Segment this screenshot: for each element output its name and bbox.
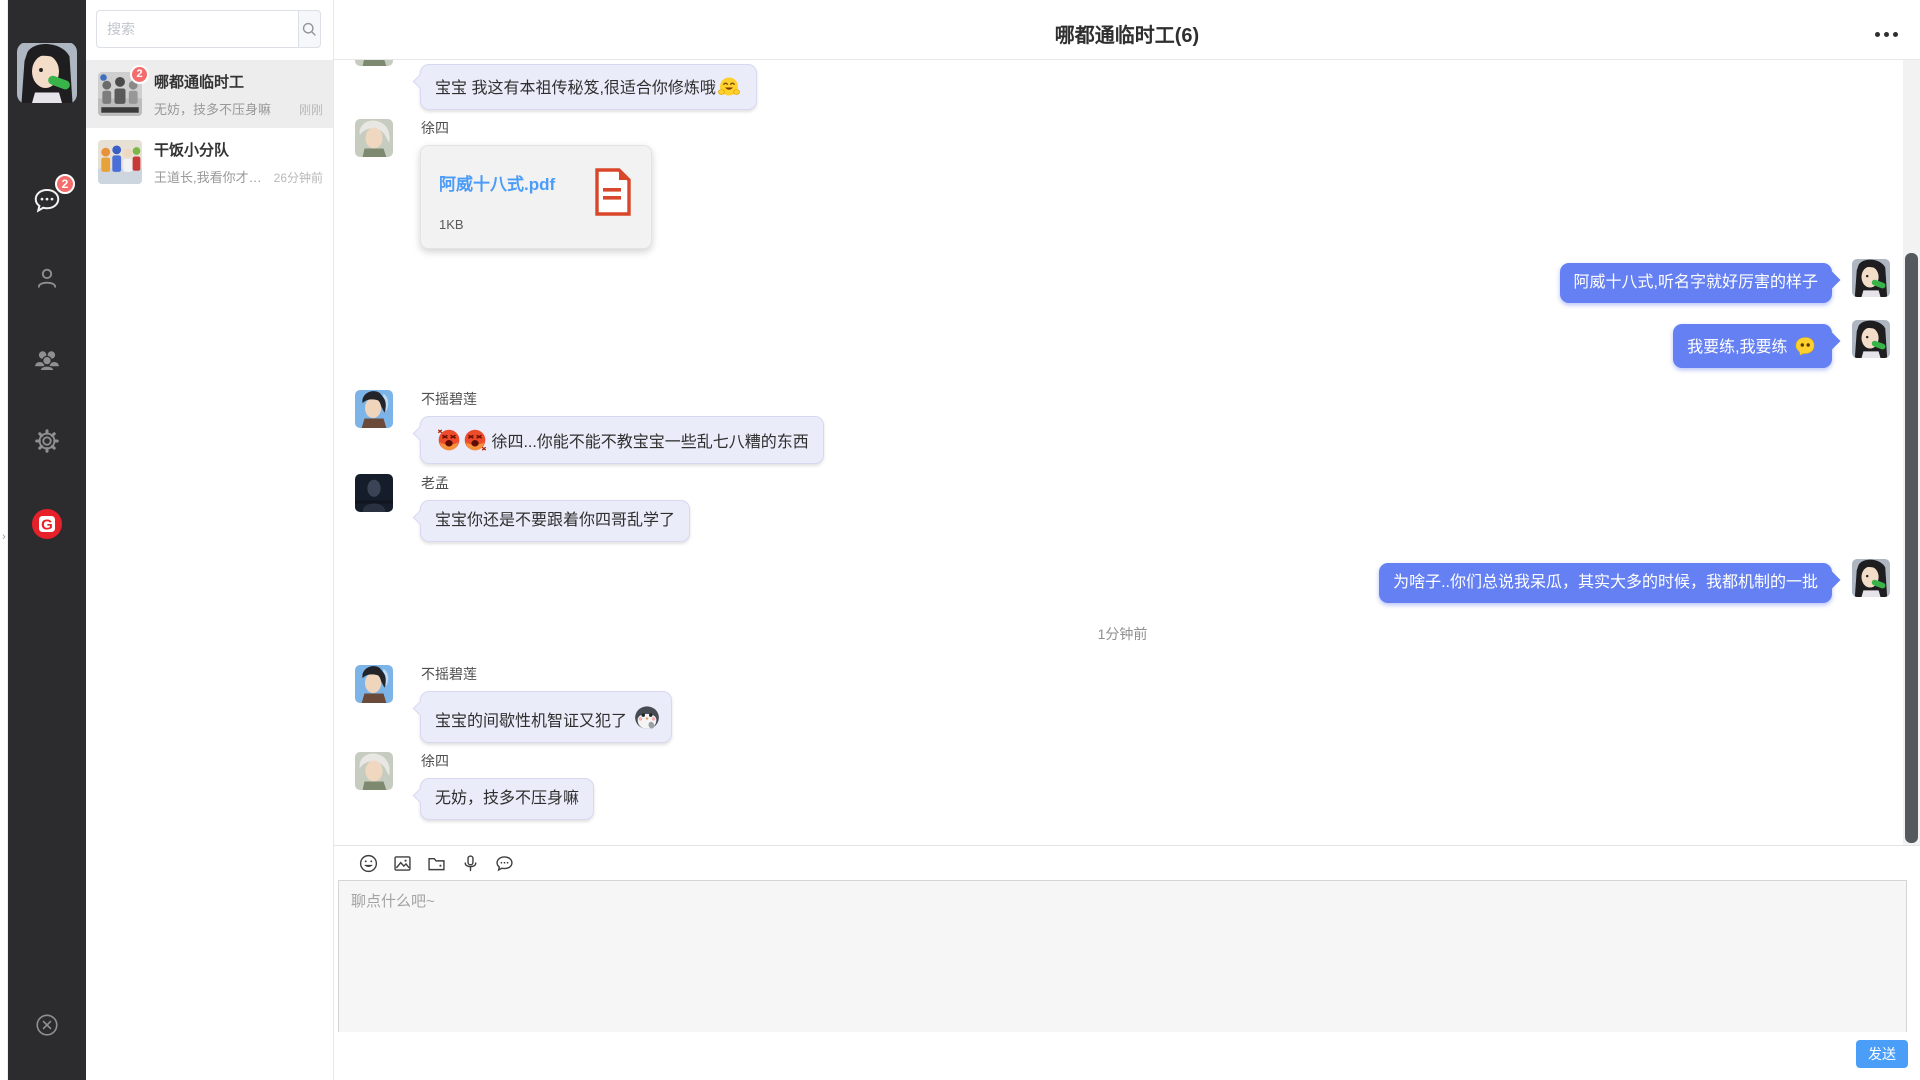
message-row: 为啥子..你们总说我呆瓜，其实大多的时候，我都机制的一批 (355, 559, 1890, 603)
composer-toolbar (334, 846, 1920, 880)
sender-avatar-xusi[interactable] (355, 60, 393, 66)
file-name[interactable]: 阿威十八式.pdf (439, 170, 585, 195)
microphone-icon[interactable] (460, 853, 481, 874)
search-input[interactable] (96, 10, 298, 48)
message-row: 徐四 无妨，技多不压身嘛 (355, 752, 1890, 820)
chat-preview: 无妨，技多不压身嘛 (154, 99, 293, 118)
time-divider: 1分钟前 (355, 624, 1890, 644)
group-avatar (98, 140, 142, 184)
message-bubble: 无妨，技多不压身嘛 (420, 778, 594, 820)
message-bubble: 我要练,我要练 (1673, 324, 1832, 368)
chat-list-panel: 2 哪都通临时工 无妨，技多不压身嘛 刚刚 干饭小分队 王道长,我看你才… 26… (86, 0, 334, 1080)
message-bubble: 阿威十八式,听名字就好厉害的样子 (1560, 263, 1832, 303)
chat-title: 干饭小分队 (154, 139, 323, 160)
folder-icon[interactable] (426, 853, 447, 874)
chat-preview: 王道长,我看你才… (154, 167, 268, 186)
g-logo[interactable]: G (31, 508, 63, 540)
self-avatar[interactable] (1852, 320, 1890, 358)
message-row: 老孟 宝宝你还是不要跟着你四哥乱学了 (355, 474, 1890, 542)
svg-text:G: G (41, 517, 53, 534)
message-input[interactable] (338, 880, 1907, 1033)
sender-name: 徐四 (421, 120, 652, 136)
sender-avatar-buyaobilian[interactable] (355, 390, 393, 428)
message-bubble: 徐四...你能不能不教宝宝一些乱七八糟的东西 (420, 416, 824, 464)
unread-badge: 2 (130, 65, 149, 84)
blank-face-emoji (1793, 334, 1817, 358)
settings-gear-icon[interactable] (31, 425, 63, 457)
chat-list-item-ganfan[interactable]: 干饭小分队 王道长,我看你才… 26分钟前 (86, 128, 333, 196)
message-row: 徐四 阿威十八式.pdf 1KB (355, 119, 1890, 249)
file-size: 1KB (439, 217, 585, 232)
search-button[interactable] (298, 10, 321, 48)
angry-face-emoji (436, 427, 460, 451)
message-bubble: 宝宝 我这有本祖传秘笈,很适合你修炼哦 (420, 64, 757, 110)
pdf-file-icon (593, 168, 633, 232)
message-bubble: 为啥子..你们总说我呆瓜，其实大多的时候，我都机制的一批 (1379, 563, 1832, 603)
emoji-smile-icon[interactable] (358, 853, 379, 874)
conversation-header: 哪都通临时工(6) (334, 0, 1920, 60)
self-avatar[interactable] (1852, 259, 1890, 297)
message-row: 不摇碧莲 宝宝的间歇性机智证又犯了 (355, 665, 1890, 743)
chat-list-item-naduotong[interactable]: 2 哪都通临时工 无妨，技多不压身嘛 刚刚 (86, 60, 333, 128)
composer: 发送 (334, 845, 1920, 1080)
hugging-face-emoji (717, 75, 741, 99)
message-scroll-area: 宝宝 我这有本祖传秘笈,很适合你修炼哦 徐四 阿威十八式.pdf 1KB (334, 60, 1920, 845)
file-attachment-card[interactable]: 阿威十八式.pdf 1KB (420, 145, 652, 249)
chat-time: 刚刚 (299, 101, 323, 118)
scrollbar-thumb[interactable] (1905, 253, 1918, 843)
message-row: 我要练,我要练 (355, 320, 1890, 368)
chat-bubble-icon[interactable] (494, 853, 515, 874)
sender-name: 徐四 (421, 753, 594, 769)
chat-time: 26分钟前 (274, 169, 323, 186)
more-dots-icon[interactable] (1875, 32, 1898, 37)
self-avatar[interactable] (1852, 559, 1890, 597)
chat-title: 哪都通临时工 (154, 71, 323, 92)
sender-avatar-laomeng[interactable] (355, 474, 393, 512)
search-bar (86, 0, 333, 60)
sender-name: 不摇碧莲 (421, 666, 672, 682)
send-row: 发送 (334, 1032, 1920, 1080)
sender-avatar-xusi[interactable] (355, 752, 393, 790)
message-bubble: 宝宝你还是不要跟着你四哥乱学了 (420, 500, 690, 542)
sender-name: 不摇碧莲 (421, 391, 824, 407)
conversation-panel: 哪都通临时工(6) 宝宝 我这有本祖传秘笈,很适合你修炼哦 (334, 0, 1920, 1080)
penguin-emoji (632, 702, 656, 726)
sender-name: 老孟 (421, 475, 690, 491)
message-bubble: 宝宝的间歇性机智证又犯了 (420, 691, 672, 743)
contacts-icon[interactable] (31, 262, 63, 294)
collapsed-panel-strip: › (0, 0, 8, 1080)
message-row: 不摇碧莲 徐四...你能不能不教宝宝一些乱七八糟的东西 (355, 390, 1890, 464)
search-icon (301, 21, 318, 38)
unread-total-badge: 2 (55, 174, 75, 194)
scrollbar-track[interactable] (1903, 60, 1920, 845)
nav-sidebar: 2 G (8, 0, 86, 1080)
group-avatar: 2 (98, 72, 142, 116)
message-input-wrap (338, 880, 1907, 1033)
chat-icon[interactable]: 2 (31, 184, 63, 216)
image-icon[interactable] (392, 853, 413, 874)
close-circle-icon[interactable] (31, 1009, 63, 1041)
groups-icon[interactable] (31, 344, 63, 376)
send-button[interactable]: 发送 (1856, 1040, 1908, 1068)
message-row: 阿威十八式,听名字就好厉害的样子 (355, 259, 1890, 303)
conversation-title: 哪都通临时工(6) (334, 19, 1920, 48)
expand-panel-arrow-icon[interactable]: › (0, 530, 8, 544)
sender-avatar-buyaobilian[interactable] (355, 665, 393, 703)
message-row: 宝宝 我这有本祖传秘笈,很适合你修炼哦 (355, 60, 1890, 110)
user-avatar[interactable] (17, 42, 77, 104)
sender-avatar-xusi[interactable] (355, 119, 393, 157)
chat-app-window: › 2 G (0, 0, 1920, 1080)
angry-face-emoji (462, 427, 486, 451)
